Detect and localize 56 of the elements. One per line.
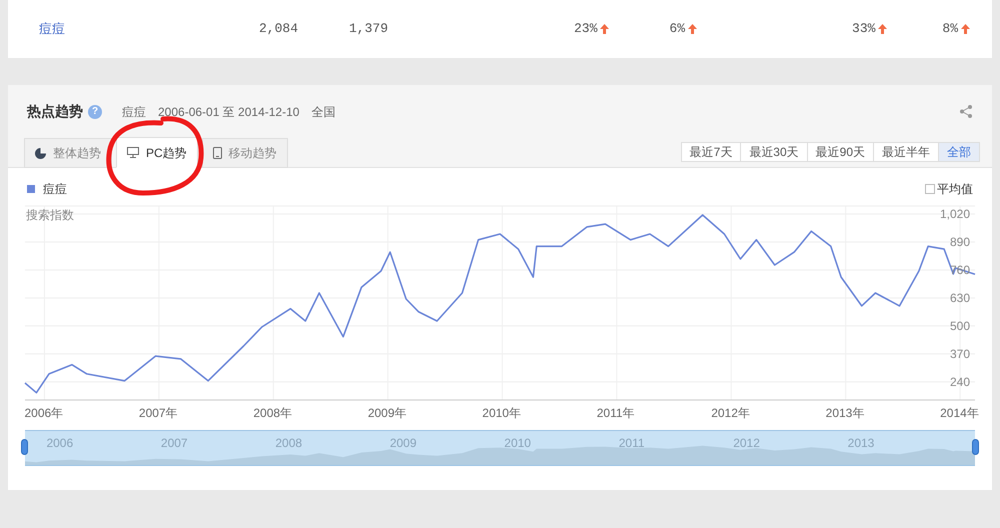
x-tick-label: 2014年 <box>940 407 979 419</box>
x-tick-label: 2012年 <box>711 407 750 419</box>
up-arrow-icon <box>878 24 888 34</box>
navigator-year-label: 2010 <box>504 437 531 449</box>
y-tick-label: 630 <box>950 292 970 304</box>
keyword-text: 痘痘 <box>122 104 146 120</box>
range-button[interactable]: 最近半年 <box>873 143 938 161</box>
trend-tab[interactable]: 移动趋势 <box>202 138 288 168</box>
range-button[interactable]: 最近90天 <box>806 143 873 161</box>
keyword-link[interactable]: 痘痘 <box>39 19 99 39</box>
navigator-year-label: 2007 <box>160 437 188 449</box>
pie-chart-icon <box>35 148 46 158</box>
navigator-year-label: 2006 <box>46 437 74 449</box>
panel-title: 热点趋势 <box>27 102 83 121</box>
checkbox[interactable] <box>925 184 935 194</box>
x-tick-label: 2011年 <box>596 407 635 419</box>
up-arrow-icon <box>600 24 610 34</box>
trend-tab[interactable]: 整体趋势 <box>24 138 112 168</box>
navigator-year-label: 2008 <box>275 437 302 449</box>
y-tick-label: 370 <box>950 348 970 360</box>
percent-change: 23% <box>574 20 598 38</box>
y-tick-label: 1,020 <box>940 208 970 220</box>
up-arrow-icon <box>961 24 970 34</box>
date-range: 2006-06-01 至 2014-12-10 <box>158 104 300 120</box>
region-text: 全国 <box>311 104 336 120</box>
x-tick-label: 2013年 <box>826 407 864 419</box>
navigator-year-label: 2013 <box>848 437 874 449</box>
x-tick-label: 2006年 <box>24 407 64 419</box>
y-tick-label: 500 <box>950 320 970 332</box>
trend-tab[interactable]: PC趋势 <box>116 137 198 168</box>
range-button[interactable]: 全部 <box>938 143 979 161</box>
percent-change: 8% <box>942 20 958 38</box>
range-handle[interactable] <box>21 439 28 455</box>
y-tick-label: 890 <box>950 236 970 248</box>
y-tick-label: 240 <box>950 376 970 388</box>
up-arrow-icon <box>688 24 698 34</box>
navigator-year-label: 2012 <box>733 437 760 449</box>
legend-label: 痘痘 <box>43 181 67 198</box>
table-cell-text: 2,084 <box>259 20 300 38</box>
x-tick-label: 2010年 <box>482 407 521 419</box>
x-tick-label: 2008年 <box>253 407 292 419</box>
table-cell-text: 1,379 <box>349 20 390 38</box>
range-button[interactable]: 最近30天 <box>740 143 807 161</box>
share-icon[interactable] <box>960 105 972 118</box>
navigator-year-label: 2011 <box>618 437 645 449</box>
x-tick-label: 2007年 <box>138 407 178 419</box>
percent-change: 33% <box>852 20 876 38</box>
percent-change: 6% <box>669 20 686 38</box>
range-handle[interactable] <box>972 439 979 455</box>
phone-icon <box>212 147 222 159</box>
y-axis-title: 搜索指数 <box>26 207 74 224</box>
monitor-icon <box>127 147 139 158</box>
range-button[interactable]: 最近7天 <box>682 143 740 161</box>
checkbox-label: 平均值 <box>937 181 973 198</box>
x-tick-label: 2009年 <box>368 407 407 419</box>
navigator-year-label: 2009 <box>390 437 417 449</box>
